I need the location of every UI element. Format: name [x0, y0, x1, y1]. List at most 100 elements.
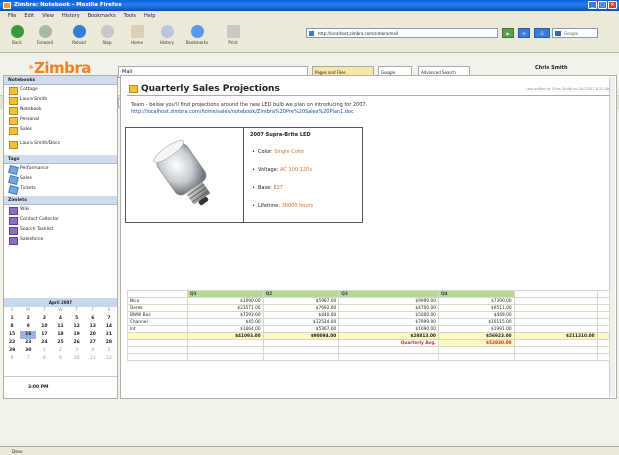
sidebar-tag-item[interactable]: Performance	[4, 164, 117, 174]
calendar-day[interactable]: 11	[85, 355, 101, 363]
cell-value[interactable]: $5987.00	[262, 297, 340, 305]
doc-link[interactable]: http://localhost.zimbra.com/home/sales/n…	[131, 109, 601, 116]
calendar-day[interactable]: 4	[52, 315, 68, 323]
calendar-day[interactable]: 8	[4, 323, 20, 331]
calendar-day[interactable]: 10	[36, 323, 52, 331]
calendar-day[interactable]: 4	[85, 347, 101, 355]
calendar-day[interactable]: 27	[85, 339, 101, 347]
calendar-day[interactable]: 29	[4, 347, 20, 355]
sidebar-notebook-item[interactable]: Sales	[4, 125, 117, 135]
menu-history[interactable]: History	[62, 13, 80, 19]
zimlets-header[interactable]: Zimlets	[4, 196, 117, 205]
calendar-day[interactable]: 1	[4, 315, 20, 323]
cell-value[interactable]: $9511.00	[437, 304, 515, 312]
total-value[interactable]: $41093.00	[187, 332, 264, 340]
cell-value[interactable]: $9990.00	[338, 297, 439, 305]
calendar-day[interactable]: 7	[101, 315, 117, 323]
sidebar-notebook-item[interactable]: Personal	[4, 115, 117, 125]
calendar-day[interactable]: 9	[52, 355, 68, 363]
reload-button[interactable]: Reload	[66, 24, 92, 50]
sidebar-notebook-item[interactable]: Cottage	[4, 85, 117, 95]
home-button[interactable]: Home	[124, 24, 150, 50]
total-value[interactable]: $56923.00	[437, 332, 515, 340]
calendar-day[interactable]: 28	[101, 339, 117, 347]
sidebar-zimlet-item[interactable]: Search Tasklist	[4, 225, 117, 235]
history-button[interactable]: History	[154, 24, 180, 50]
sidebar-zimlet-item[interactable]: Wiki	[4, 205, 117, 215]
address-bar[interactable]: http://localhost.zimbra.com/zimbra/mail	[306, 28, 498, 38]
sidebar-notebook-item[interactable]: Notebook	[4, 105, 117, 115]
menu-file[interactable]: File	[8, 13, 16, 19]
search-engine-button[interactable]: G	[534, 28, 550, 38]
calendar-day[interactable]: 20	[85, 331, 101, 339]
bookmarks-button[interactable]: Bookmarks	[184, 24, 210, 50]
cell-value[interactable]: $7390.00	[437, 297, 515, 305]
cell-value[interactable]: $23571.00	[187, 304, 264, 312]
cell-value[interactable]: $7293.00	[187, 311, 264, 319]
calendar-day[interactable]: 26	[69, 339, 85, 347]
calendar-day[interactable]: 8	[36, 355, 52, 363]
maximize-button[interactable]: □	[598, 1, 607, 9]
cell-value[interactable]: $7692.00	[262, 304, 340, 312]
total-value[interactable]: $90094.00	[262, 332, 340, 340]
back-button[interactable]: Back	[4, 24, 30, 50]
calendar-day[interactable]: 17	[36, 331, 52, 339]
sidebar-notebook-item[interactable]: Laura Smith/Docs	[4, 139, 117, 149]
minimize-button[interactable]: _	[588, 1, 597, 9]
print-button[interactable]: Print	[220, 24, 246, 50]
calendar-day[interactable]: 14	[101, 323, 117, 331]
calendar-day[interactable]: 18	[52, 331, 68, 339]
calendar-day[interactable]: 12	[101, 355, 117, 363]
calendar-day[interactable]: 21	[101, 331, 117, 339]
go-button[interactable]: ▶	[502, 28, 514, 38]
calendar-day[interactable]: 5	[69, 315, 85, 323]
calendar-day[interactable]: 24	[36, 339, 52, 347]
cell-value[interactable]: $45.00	[187, 318, 264, 326]
calendar-day[interactable]: 16	[20, 331, 37, 339]
menu-help[interactable]: Help	[144, 13, 155, 19]
total-value[interactable]: $28813.00	[338, 332, 439, 340]
calendar-day[interactable]: 13	[85, 323, 101, 331]
calendar-day[interactable]: 9	[20, 323, 36, 331]
calendar-day[interactable]: 19	[69, 331, 85, 339]
cell-value[interactable]: $1090.00	[187, 297, 264, 305]
search-input[interactable]: Google	[552, 28, 598, 38]
calendar-day[interactable]: 3	[69, 347, 85, 355]
cell-value[interactable]: $5367.00	[262, 325, 340, 333]
calendar-day[interactable]: 10	[69, 355, 85, 363]
cell-value[interactable]: $1664.00	[187, 325, 264, 333]
calendar-day[interactable]: 22	[4, 339, 20, 347]
sidebar-zimlet-item[interactable]: Salesforce	[4, 235, 117, 245]
menu-edit[interactable]: Edit	[24, 13, 34, 19]
cell-value[interactable]: $10115.00	[437, 318, 515, 326]
avg-value[interactable]: $52830.00	[437, 339, 515, 347]
menu-bookmarks[interactable]: Bookmarks	[88, 13, 116, 19]
calendar-day[interactable]: 2	[20, 315, 36, 323]
total-value[interactable]: $211310.00	[513, 332, 598, 340]
refresh-icon[interactable]: ⟳	[518, 28, 530, 38]
menu-tools[interactable]: Tools	[124, 13, 136, 19]
calendar-day[interactable]: 6	[85, 315, 101, 323]
cell-value[interactable]: $1090.00	[338, 325, 439, 333]
calendar-day[interactable]: 23	[20, 339, 36, 347]
close-button[interactable]: ×	[608, 1, 617, 9]
calendar-day[interactable]: 5	[101, 347, 117, 355]
cell-value[interactable]: $4700.00	[338, 304, 439, 312]
calendar-day[interactable]: 25	[52, 339, 68, 347]
cell-value[interactable]: $1991.00	[437, 325, 515, 333]
calendar-day[interactable]: 6	[4, 355, 20, 363]
notebooks-header[interactable]: Notebooks	[4, 76, 117, 85]
calendar-day[interactable]: 15	[4, 331, 20, 339]
calendar-day[interactable]: 2	[52, 347, 68, 355]
cell-value[interactable]: $440.00	[262, 311, 340, 319]
cell-value[interactable]: $7999.00	[338, 318, 439, 326]
cell-value[interactable]: $12534.00	[262, 318, 340, 326]
cell-value[interactable]: $5000.00	[338, 311, 439, 319]
sidebar-notebook-item[interactable]: Laura Smith	[4, 95, 117, 105]
calendar-day[interactable]: 11	[52, 323, 68, 331]
sidebar-tag-item[interactable]: Sales	[4, 174, 117, 184]
calendar-day[interactable]: 7	[20, 355, 36, 363]
forward-button[interactable]: Forward	[32, 24, 58, 50]
sidebar-tag-item[interactable]: Tickets	[4, 184, 117, 194]
calendar-day[interactable]: 30	[20, 347, 36, 355]
